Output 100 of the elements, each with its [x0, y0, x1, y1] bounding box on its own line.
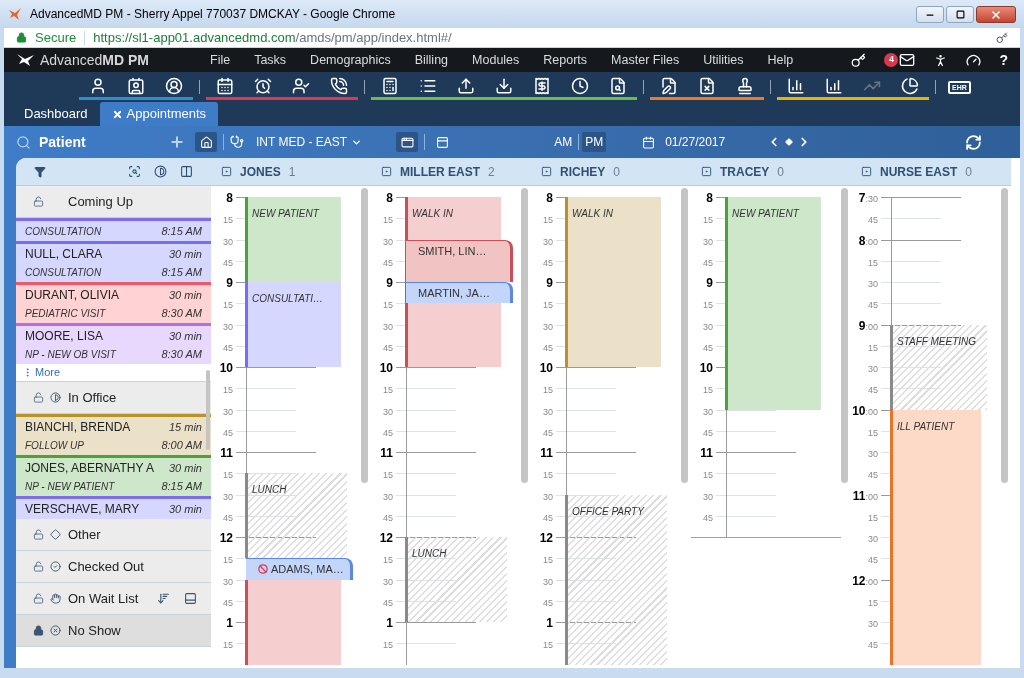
scrollbar[interactable]: [841, 188, 848, 483]
appointment-block[interactable]: NEW PATIENT: [245, 197, 341, 282]
section-header[interactable]: Other: [16, 519, 211, 551]
appointment-card[interactable]: MOORE, LISA 30 min NP - NEW OB VISIT 8:30 AM: [16, 323, 211, 364]
blocked-time[interactable]: LUNCH: [405, 537, 507, 622]
week-view-icon[interactable]: [435, 135, 449, 149]
appointment-card[interactable]: JONES, ABERNATHY A 30 min NP - NEW PATIENT 8:15 AM: [16, 455, 211, 496]
menu-item[interactable]: File: [210, 52, 231, 68]
columns-icon[interactable]: [180, 165, 193, 178]
search-page-icon[interactable]: [128, 165, 141, 178]
duration-text: 15 min: [168, 419, 202, 435]
appointment-block[interactable]: WALK IN: [565, 197, 661, 367]
visit-type: CONSULTATION: [25, 224, 102, 239]
appointment-block[interactable]: CONSULTATI…: [245, 282, 341, 367]
duration-text: 30 min: [168, 501, 202, 517]
time-label: 45: [223, 341, 233, 354]
stethoscope-icon[interactable]: [230, 135, 244, 149]
time-label: 8: [386, 190, 393, 205]
menu-item[interactable]: Utilities: [703, 52, 744, 68]
time-label: 15: [223, 299, 233, 312]
hand-icon: [49, 593, 61, 604]
appointment-card[interactable]: BIANCHI, BRENDA 15 min FOLLOW UP 8:00 AM: [16, 414, 211, 455]
close-icon[interactable]: [111, 108, 123, 120]
time-label: 45: [543, 596, 553, 609]
date-text[interactable]: 01/27/2017: [665, 133, 726, 151]
section-header[interactable]: Coming Up: [16, 186, 211, 218]
tab[interactable]: Appointments: [99, 102, 219, 126]
section-header[interactable]: In Office: [16, 382, 211, 414]
calendar-icon[interactable]: [642, 135, 656, 149]
unlock-icon[interactable]: [33, 593, 44, 604]
scrollbar[interactable]: [521, 188, 528, 483]
menu-item[interactable]: Help: [767, 52, 794, 68]
appointment-card[interactable]: NULL, CLARA 30 min CONSULTATION 8:15 AM: [16, 241, 211, 282]
mail-icon[interactable]: [899, 52, 916, 68]
minimize-button[interactable]: [916, 6, 944, 23]
appointment-card[interactable]: DURANT, OLIVIA 30 min PEDIATRIC VISIT 8:30 AM: [16, 282, 211, 323]
prohibited-icon: [258, 564, 268, 575]
collapse-icon[interactable]: [541, 166, 552, 177]
menu-item[interactable]: Reports: [543, 52, 588, 68]
filter-icon[interactable]: [34, 165, 46, 178]
blocked-time[interactable]: OFFICE PARTY: [565, 494, 667, 665]
time-text: 8:15 AM: [161, 223, 202, 239]
section-header[interactable]: Checked Out: [16, 551, 211, 583]
menu-item[interactable]: Billing: [414, 52, 449, 68]
tab[interactable]: Dashboard: [12, 102, 100, 126]
day-view-icon[interactable]: [400, 135, 414, 149]
collapse-icon[interactable]: [381, 166, 392, 177]
appointment-card[interactable]: CONSULTATION 8:15 AM: [16, 218, 211, 241]
unlock-icon[interactable]: [33, 392, 44, 403]
more-link[interactable]: More: [35, 364, 61, 381]
period-toggle[interactable]: AM: [551, 132, 576, 152]
time-label: 30: [223, 490, 233, 503]
time-label: 11: [380, 445, 393, 460]
appointment-block[interactable]: [245, 579, 341, 665]
collapse-icon[interactable]: [861, 166, 872, 177]
section-header[interactable]: No Show: [16, 615, 211, 647]
blocked-time[interactable]: STAFF MEETING: [890, 324, 987, 410]
lock-icon[interactable]: [33, 625, 44, 636]
appointment-block[interactable]: ILL PATIENT: [890, 409, 981, 665]
appointment-card[interactable]: VERSCHAVE, MARY 30 min: [16, 496, 211, 519]
help-button[interactable]: ?: [999, 49, 1008, 71]
close-button[interactable]: [976, 6, 1016, 23]
appointment-chip[interactable]: MARTIN, JA…: [406, 282, 513, 304]
refresh-icon[interactable]: [965, 133, 982, 151]
time-label: 15: [383, 639, 393, 652]
section-title: Other: [68, 525, 101, 544]
scrollbar[interactable]: [1001, 188, 1008, 483]
menu-item[interactable]: Demographics: [310, 52, 391, 68]
unlock-icon[interactable]: [33, 196, 44, 207]
view-button[interactable]: [396, 132, 419, 152]
key-icon[interactable]: [851, 52, 867, 68]
close-icon[interactable]: [990, 8, 1002, 21]
appointment-block[interactable]: NEW PATIENT: [725, 197, 821, 410]
time-label: 45: [383, 511, 393, 524]
maximize-button[interactable]: [946, 6, 974, 23]
search-icon[interactable]: [16, 134, 31, 150]
location-dropdown[interactable]: INT MED - EAST: [256, 133, 363, 151]
appointment-chip[interactable]: ADAMS, MA…: [246, 558, 353, 580]
gauge-icon[interactable]: [966, 52, 982, 68]
collapse-icon[interactable]: [701, 166, 712, 177]
collapse-icon[interactable]: [221, 166, 232, 177]
section-header[interactable]: On Wait List: [16, 583, 211, 615]
menu-item[interactable]: Modules: [472, 52, 520, 68]
menu-item[interactable]: Tasks: [254, 52, 287, 68]
blocked-time[interactable]: LUNCH: [245, 473, 347, 559]
appointment-chip[interactable]: SMITH, LIN…: [406, 239, 513, 282]
unlock-icon[interactable]: [33, 561, 44, 572]
add-icon[interactable]: [169, 134, 185, 150]
scrollbar[interactable]: [206, 370, 210, 450]
menu-item[interactable]: Master Files: [611, 52, 680, 68]
scrollbar[interactable]: [361, 188, 368, 483]
panel-icon[interactable]: [184, 592, 197, 605]
period-toggle[interactable]: PM: [582, 132, 607, 152]
url-text[interactable]: https://sl1-app01.advancedmd.com/amds/pm/app/index.html#/: [93, 28, 452, 48]
today-icon[interactable]: [785, 138, 794, 146]
sort-icon[interactable]: [157, 592, 170, 605]
maximize-icon[interactable]: [955, 10, 965, 19]
scrollbar[interactable]: [681, 188, 688, 483]
half-circle-icon[interactable]: [154, 165, 167, 178]
unlock-icon[interactable]: [33, 529, 44, 540]
